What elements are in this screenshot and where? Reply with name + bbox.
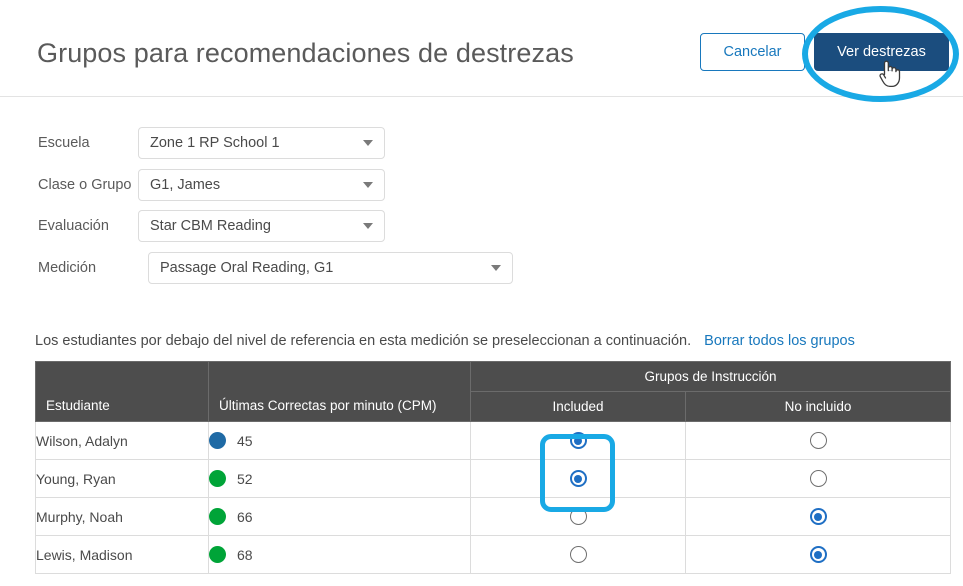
score-value: 45 — [237, 432, 253, 449]
radio-not-included-radio[interactable] — [809, 470, 827, 488]
select-clase[interactable]: G1, James — [138, 169, 385, 201]
table-head: Estudiante Últimas Correctas por minuto … — [35, 361, 952, 422]
col-header-instruction-groups: Grupos de Instrucción — [469, 361, 952, 392]
table-row: Young, Ryan 52 — [35, 459, 952, 498]
score-value: 68 — [237, 546, 253, 563]
chevron-down-icon — [363, 182, 373, 188]
table-row: Wilson, Adalyn 45 — [35, 421, 952, 460]
col-header-score: Últimas Correctas por minuto (CPM) — [208, 361, 471, 422]
select-medicion-value: Passage Oral Reading, G1 — [160, 260, 334, 276]
view-skills-button[interactable]: Ver destrezas — [814, 33, 949, 71]
app-window: Grupos para recomendaciones de destrezas… — [0, 0, 963, 586]
page-header: Grupos para recomendaciones de destrezas… — [0, 0, 963, 97]
select-escuela-value: Zone 1 RP School 1 — [150, 135, 280, 151]
select-evaluacion[interactable]: Star CBM Reading — [138, 210, 385, 242]
radio-included-radio[interactable] — [569, 432, 587, 450]
students-table: Estudiante Últimas Correctas por minuto … — [35, 361, 952, 574]
label-clase: Clase o Grupo — [38, 177, 132, 193]
radio-included-radio[interactable] — [569, 470, 587, 488]
select-clase-value: G1, James — [150, 177, 221, 193]
radio-included-radio[interactable] — [569, 546, 587, 564]
header-divider — [0, 96, 963, 97]
cell-student-name: Lewis, Madison — [35, 535, 209, 574]
cell-student-name: Murphy, Noah — [35, 497, 209, 536]
label-evaluacion: Evaluación — [38, 218, 109, 234]
table-head-row-top: Estudiante Últimas Correctas por minuto … — [35, 361, 952, 422]
form-row-evaluacion: Evaluación Star CBM Reading — [38, 210, 385, 242]
benchmark-status-dot — [209, 546, 226, 563]
chevron-down-icon — [363, 223, 373, 229]
clear-all-groups-link[interactable]: Borrar todos los grupos — [704, 333, 855, 349]
table-body: Wilson, Adalyn 45 Young, Ryan 52 Murphy, Noa… — [35, 421, 952, 574]
header-actions: Cancelar Ver destrezas — [700, 33, 949, 71]
benchmark-status-dot — [209, 432, 226, 449]
select-escuela[interactable]: Zone 1 RP School 1 — [138, 127, 385, 159]
cell-radio-included[interactable] — [470, 535, 686, 574]
page-title: Grupos para recomendaciones de destrezas — [37, 38, 574, 68]
radio-not-included-radio[interactable] — [809, 546, 827, 564]
col-header-student: Estudiante — [35, 361, 209, 422]
form-row-medicion: Medición Passage Oral Reading, G1 — [38, 252, 513, 284]
score-value: 52 — [237, 470, 253, 487]
cell-score: 68 — [208, 535, 471, 574]
table-row: Lewis, Madison 68 — [35, 535, 952, 574]
table-row: Murphy, Noah 66 — [35, 497, 952, 536]
radio-not-included-radio[interactable] — [809, 432, 827, 450]
cell-radio-included[interactable] — [470, 421, 686, 460]
cell-score: 66 — [208, 497, 471, 536]
select-medicion[interactable]: Passage Oral Reading, G1 — [148, 252, 513, 284]
cell-radio-included[interactable] — [470, 459, 686, 498]
col-header-not-included: No incluido — [684, 391, 952, 422]
students-table-wrap: Estudiante Últimas Correctas por minuto … — [35, 361, 952, 574]
chevron-down-icon — [363, 140, 373, 146]
select-evaluacion-value: Star CBM Reading — [150, 218, 271, 234]
radio-not-included-radio[interactable] — [809, 508, 827, 526]
chevron-down-icon — [491, 265, 501, 271]
cell-score: 52 — [208, 459, 471, 498]
instruction-text: Los estudiantes por debajo del nivel de … — [35, 333, 692, 349]
score-value: 66 — [237, 508, 253, 525]
cancel-button[interactable]: Cancelar — [700, 33, 805, 71]
cell-score: 45 — [208, 421, 471, 460]
cell-radio-not-included[interactable] — [684, 421, 952, 460]
form-row-escuela: Escuela Zone 1 RP School 1 — [38, 127, 385, 159]
col-header-included: Included — [470, 391, 686, 422]
cell-radio-not-included[interactable] — [684, 497, 952, 536]
cell-radio-not-included[interactable] — [684, 535, 952, 574]
radio-included-radio[interactable] — [569, 508, 587, 526]
label-medicion: Medición — [38, 260, 97, 276]
cell-student-name: Young, Ryan — [35, 459, 209, 498]
cell-radio-included[interactable] — [470, 497, 686, 536]
cell-student-name: Wilson, Adalyn — [35, 421, 209, 460]
benchmark-status-dot — [209, 508, 226, 525]
form-row-clase: Clase o Grupo G1, James — [38, 169, 385, 201]
benchmark-status-dot — [209, 470, 226, 487]
instruction-line: Los estudiantes por debajo del nivel de … — [35, 333, 963, 349]
cell-radio-not-included[interactable] — [684, 459, 952, 498]
label-escuela: Escuela — [38, 135, 90, 151]
